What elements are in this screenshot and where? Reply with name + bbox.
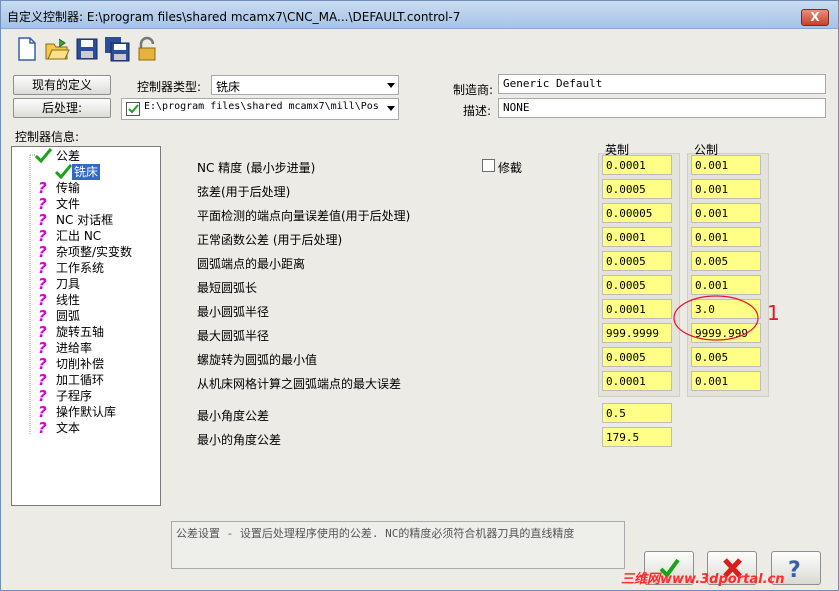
question-icon: ? [38,323,47,341]
tree-item[interactable]: 切削补偿 [56,356,104,372]
question-icon: ? [38,259,47,277]
tree-item[interactable]: NC 对话框 [56,212,113,228]
row-label: 圆弧端点的最小距离 [197,257,306,271]
open-folder-icon[interactable] [43,35,71,63]
post-processor-button[interactable]: 后处理: [13,98,111,118]
metric-value-field[interactable]: 0.005 [691,347,761,367]
tree-item[interactable]: 传输 [56,180,80,196]
description-label: 描述: [463,104,492,118]
angle-row-label: 最小的角度公差 [197,433,282,447]
chevron-down-icon [387,106,395,111]
question-icon: ? [38,291,47,309]
row-label: 弦差(用于后处理) [197,185,291,199]
metric-value-field[interactable]: 0.001 [691,371,761,391]
row-label: 正常函数公差 (用于后处理) [197,233,343,247]
row-label: 最短圆弧长 [197,281,258,295]
row-label: 从机床网格计算之圆弧端点的最大误差 [197,377,402,391]
description-field[interactable]: NONE [498,98,826,118]
question-icon: ? [38,243,47,261]
new-file-icon[interactable] [13,35,41,63]
inch-value-field[interactable]: 0.0001 [602,227,672,247]
manufacturer-field[interactable]: Generic Default [498,74,826,94]
tree-item[interactable]: 线性 [56,292,80,308]
controller-tree: 公差 铣床 ? 传输? 文件? NC 对话框? 汇出 NC? 杂项整/实变数? 工作系统? 刀… [11,146,161,506]
metric-value-field[interactable]: 0.001 [691,275,761,295]
row-label: 最小圆弧半径 [197,305,270,319]
tree-item-tolerance[interactable]: 公差 [56,148,80,164]
tree-item[interactable]: 刀具 [56,276,80,292]
tree-item[interactable]: 汇出 NC [56,228,101,244]
question-icon: ? [38,275,47,293]
modify-checkbox[interactable] [482,159,495,172]
tree-item[interactable]: 子程序 [56,388,92,404]
tree-item[interactable]: 杂项整/实变数 [56,244,132,260]
row-label: 螺旋转为圆弧的最小值 [197,353,318,367]
tree-item[interactable]: 加工循环 [56,372,104,388]
tree-item[interactable]: 文件 [56,196,80,212]
row-label: NC 精度 (最小步进量) [197,161,316,175]
existing-definition-button[interactable]: 现有的定义 [13,75,111,95]
checkmark-icon [126,102,140,119]
window-title: 自定义控制器: E:\program files\shared mcamx7\C… [7,10,461,24]
question-icon: ? [38,211,47,229]
modify-label: 修截 [498,161,523,175]
question-icon: ? [38,387,47,405]
row-label: 最大圆弧半径 [197,329,270,343]
inch-value-field[interactable]: 0.0001 [602,299,672,319]
svg-text:?: ? [788,558,801,583]
question-icon: ? [38,403,47,421]
angle-value-field[interactable]: 0.5 [602,403,672,423]
metric-value-field[interactable]: 0.001 [691,155,761,175]
metric-value-field[interactable]: 0.001 [691,179,761,199]
metric-value-field[interactable]: 0.001 [691,203,761,223]
inch-value-field[interactable]: 999.9999 [602,323,672,343]
metric-value-field[interactable]: 0.001 [691,227,761,247]
tree-item[interactable]: 工作系统 [56,260,104,276]
question-icon: ? [38,227,47,245]
inch-value-field[interactable]: 0.0005 [602,251,672,271]
question-icon: ? [38,307,47,325]
inch-value-field[interactable]: 0.0005 [602,179,672,199]
save-all-icon[interactable] [103,35,131,63]
controller-type-label: 控制器类型: [137,80,202,94]
help-description: 公差设置 - 设置后处理程序使用的公差. NC的精度必须符合机器刀具的直线精度 [171,521,625,569]
question-icon: ? [38,339,47,357]
controller-info-label: 控制器信息: [15,130,80,144]
close-button[interactable]: X [801,9,829,26]
tree-item[interactable]: 圆弧 [56,308,80,324]
tree-item[interactable]: 操作默认库 [56,404,116,420]
question-icon: ? [38,371,47,389]
post-path-value: E:\program files\shared mcamx7\mill\Pos [144,101,379,112]
controller-type-select[interactable]: 铣床 [211,75,399,95]
tree-item[interactable]: 旋转五轴 [56,324,104,340]
angle-value-field[interactable]: 179.5 [602,427,672,447]
checkmark-icon [34,148,53,167]
question-icon: ? [38,179,47,197]
tree-item-mill-selected[interactable]: 铣床 [72,164,101,180]
question-icon: ? [38,195,47,213]
manufacturer-label: 制造商: [453,83,494,97]
row-label: 平面检测的端点向量误差值(用于后处理) [197,209,411,223]
controller-type-value: 铣床 [216,80,241,94]
question-icon: ? [38,419,47,437]
inch-value-field[interactable]: 0.00005 [602,203,672,223]
inch-value-field[interactable]: 0.0001 [602,371,672,391]
tree-item[interactable]: 文本 [56,420,80,436]
inch-value-field[interactable]: 0.0005 [602,275,672,295]
metric-value-field[interactable]: 0.005 [691,251,761,271]
inch-value-field[interactable]: 0.0005 [602,347,672,367]
lock-icon[interactable] [133,35,161,63]
controller-dialog: 自定义控制器: E:\program files\shared mcamx7\C… [0,0,839,591]
chevron-down-icon [387,83,395,88]
angle-row-label: 最小角度公差 [197,409,270,423]
post-path-select[interactable]: E:\program files\shared mcamx7\mill\Pos [121,98,399,120]
save-icon[interactable] [73,35,101,63]
watermark: 三维网www.3dportal.cn [621,572,785,587]
annotation-number: 1 [767,301,780,325]
inch-value-field[interactable]: 0.0001 [602,155,672,175]
title-bar: 自定义控制器: E:\program files\shared mcamx7\C… [1,1,838,29]
question-icon: ? [38,355,47,373]
tree-item[interactable]: 进给率 [56,340,92,356]
